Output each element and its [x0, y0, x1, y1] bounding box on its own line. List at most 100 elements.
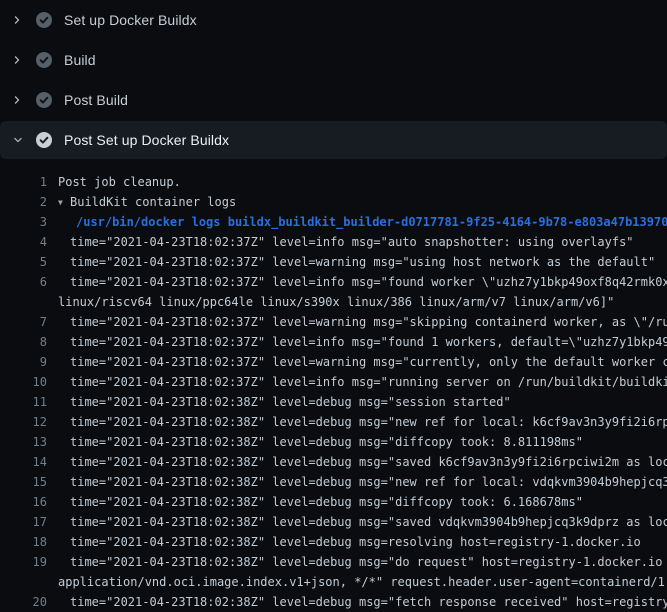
log-line-text: time="2021-04-23T18:02:37Z" level=info m…: [58, 372, 667, 392]
log-line-content: time="2021-04-23T18:02:38Z" level=debug …: [70, 515, 667, 529]
check-circle-icon: [36, 52, 52, 68]
log-line: 9 time="2021-04-23T18:02:37Z" level=warn…: [0, 352, 667, 372]
check-circle-icon: [36, 12, 52, 28]
log-line-content: time="2021-04-23T18:02:38Z" level=debug …: [70, 395, 511, 409]
log-line-number[interactable]: 6: [0, 272, 47, 292]
log-line-number[interactable]: 13: [0, 432, 47, 452]
chevron-right-icon: [12, 94, 22, 106]
log-line-number[interactable]: 4: [0, 232, 47, 252]
log-line-content: time="2021-04-23T18:02:37Z" level=info m…: [70, 335, 667, 349]
log-line-number[interactable]: 7: [0, 312, 47, 332]
steps-list: Set up Docker Buildx Build Post Build: [0, 0, 667, 159]
step-title: Build: [64, 52, 96, 68]
log-line-text: time="2021-04-23T18:02:38Z" level=debug …: [58, 432, 583, 452]
log-line-text: time="2021-04-23T18:02:37Z" level=info m…: [58, 272, 667, 292]
log-line-text: /usr/bin/docker logs buildx_buildkit_bui…: [58, 212, 667, 232]
log-line-content: linux/riscv64 linux/ppc64le linux/s390x …: [58, 295, 614, 309]
log-line: 14 time="2021-04-23T18:02:38Z" level=deb…: [0, 452, 667, 472]
log-line-content: time="2021-04-23T18:02:37Z" level=info m…: [70, 275, 667, 289]
log-line: 1 Post job cleanup.: [0, 172, 667, 192]
log-line-content: time="2021-04-23T18:02:38Z" level=debug …: [70, 595, 667, 609]
log-line-content: time="2021-04-23T18:02:37Z" level=info m…: [70, 235, 634, 249]
log-line-content: time="2021-04-23T18:02:37Z" level=warnin…: [70, 315, 667, 329]
log-line: 3 /usr/bin/docker logs buildx_buildkit_b…: [0, 212, 667, 232]
step-header-post-build[interactable]: Post Build: [0, 81, 667, 119]
log-line-number[interactable]: 14: [0, 452, 47, 472]
chevron-right-icon: [12, 54, 22, 66]
log-line-content: time="2021-04-23T18:02:38Z" level=debug …: [70, 555, 667, 569]
step-title: Post Set up Docker Buildx: [64, 132, 229, 148]
log-line-content: application/vnd.oci.image.index.v1+json,…: [58, 575, 667, 589]
log-line-content: time="2021-04-23T18:02:38Z" level=debug …: [70, 415, 667, 429]
log-line: 6 time="2021-04-23T18:02:37Z" level=info…: [0, 272, 667, 292]
check-circle-icon: [36, 132, 52, 148]
log-line-text: time="2021-04-23T18:02:37Z" level=info m…: [58, 232, 634, 252]
log-line-text: time="2021-04-23T18:02:38Z" level=debug …: [58, 552, 667, 572]
log-line: 5 time="2021-04-23T18:02:37Z" level=warn…: [0, 252, 667, 272]
chevron-down-icon: [12, 135, 24, 145]
log-line-content: time="2021-04-23T18:02:37Z" level=warnin…: [70, 355, 667, 369]
chevron-right-icon: [12, 14, 22, 26]
log-line-number[interactable]: 1: [0, 172, 47, 192]
log-line-text: time="2021-04-23T18:02:38Z" level=debug …: [58, 492, 583, 512]
log-line: 16 time="2021-04-23T18:02:38Z" level=deb…: [0, 492, 667, 512]
log-line-content: time="2021-04-23T18:02:38Z" level=debug …: [70, 475, 667, 489]
log-line-number[interactable]: [0, 572, 47, 592]
log-line-content: time="2021-04-23T18:02:38Z" level=debug …: [70, 455, 667, 469]
log-line-number[interactable]: 9: [0, 352, 47, 372]
log-line: application/vnd.oci.image.index.v1+json,…: [0, 572, 667, 592]
log-line: 10 time="2021-04-23T18:02:37Z" level=inf…: [0, 372, 667, 392]
log-group-caret-icon[interactable]: ▼: [58, 193, 70, 212]
log-line-content: time="2021-04-23T18:02:38Z" level=debug …: [70, 495, 583, 509]
log-line-text: time="2021-04-23T18:02:38Z" level=debug …: [58, 592, 667, 612]
log-line-text: Post job cleanup.: [58, 172, 181, 192]
log-line-text: time="2021-04-23T18:02:37Z" level=warnin…: [58, 252, 655, 272]
log-line-number[interactable]: 11: [0, 392, 47, 412]
log-line-number[interactable]: 2: [0, 192, 47, 212]
log-line-content: /usr/bin/docker logs buildx_buildkit_bui…: [76, 215, 667, 229]
log-line: 11 time="2021-04-23T18:02:38Z" level=deb…: [0, 392, 667, 412]
log-line-number[interactable]: 19: [0, 552, 47, 572]
log-line-content: Post job cleanup.: [58, 175, 181, 189]
log-line-number[interactable]: 5: [0, 252, 47, 272]
log-line-number[interactable]: 8: [0, 332, 47, 352]
log-line-number[interactable]: 16: [0, 492, 47, 512]
log-line-text: time="2021-04-23T18:02:38Z" level=debug …: [58, 472, 667, 492]
log-line-number[interactable]: 20: [0, 592, 47, 612]
log-line-text: time="2021-04-23T18:02:37Z" level=warnin…: [58, 352, 667, 372]
log-line: linux/riscv64 linux/ppc64le linux/s390x …: [0, 292, 667, 312]
log-line-number[interactable]: 17: [0, 512, 47, 532]
log-line-content: time="2021-04-23T18:02:37Z" level=warnin…: [70, 255, 655, 269]
log-line: 20 time="2021-04-23T18:02:38Z" level=deb…: [0, 592, 667, 612]
log-line-content: time="2021-04-23T18:02:37Z" level=info m…: [70, 375, 667, 389]
log-line-number[interactable]: 15: [0, 472, 47, 492]
log-line-number[interactable]: 10: [0, 372, 47, 392]
log-viewer: 1 Post job cleanup. 2 ▼BuildKit containe…: [0, 161, 667, 612]
log-line-number[interactable]: 3: [0, 212, 47, 232]
log-line-text: time="2021-04-23T18:02:38Z" level=debug …: [58, 452, 667, 472]
log-line-text: linux/riscv64 linux/ppc64le linux/s390x …: [58, 292, 614, 312]
log-line: 13 time="2021-04-23T18:02:38Z" level=deb…: [0, 432, 667, 452]
log-line-content: time="2021-04-23T18:02:38Z" level=debug …: [70, 535, 641, 549]
step-header-set-up-docker-buildx[interactable]: Set up Docker Buildx: [0, 1, 667, 39]
log-line-text: time="2021-04-23T18:02:38Z" level=debug …: [58, 532, 641, 552]
log-line-text[interactable]: ▼BuildKit container logs: [58, 192, 236, 212]
log-line-text: time="2021-04-23T18:02:38Z" level=debug …: [58, 512, 667, 532]
log-line-content: time="2021-04-23T18:02:38Z" level=debug …: [70, 435, 583, 449]
log-line: 4 time="2021-04-23T18:02:37Z" level=info…: [0, 232, 667, 252]
log-line: 19 time="2021-04-23T18:02:38Z" level=deb…: [0, 552, 667, 572]
log-line: 17 time="2021-04-23T18:02:38Z" level=deb…: [0, 512, 667, 532]
step-header-post-set-up-docker-buildx[interactable]: Post Set up Docker Buildx: [0, 121, 667, 159]
log-line-text: time="2021-04-23T18:02:37Z" level=warnin…: [58, 312, 667, 332]
step-header-build[interactable]: Build: [0, 41, 667, 79]
check-circle-icon: [36, 92, 52, 108]
log-line: 18 time="2021-04-23T18:02:38Z" level=deb…: [0, 532, 667, 552]
log-line-number[interactable]: 18: [0, 532, 47, 552]
log-line-number[interactable]: 12: [0, 412, 47, 432]
log-line-text: time="2021-04-23T18:02:38Z" level=debug …: [58, 412, 667, 432]
log-line: 15 time="2021-04-23T18:02:38Z" level=deb…: [0, 472, 667, 492]
log-line-text: time="2021-04-23T18:02:37Z" level=info m…: [58, 332, 667, 352]
log-line-number[interactable]: [0, 292, 47, 312]
log-line-text: application/vnd.oci.image.index.v1+json,…: [58, 572, 667, 592]
log-line-text: time="2021-04-23T18:02:38Z" level=debug …: [58, 392, 511, 412]
